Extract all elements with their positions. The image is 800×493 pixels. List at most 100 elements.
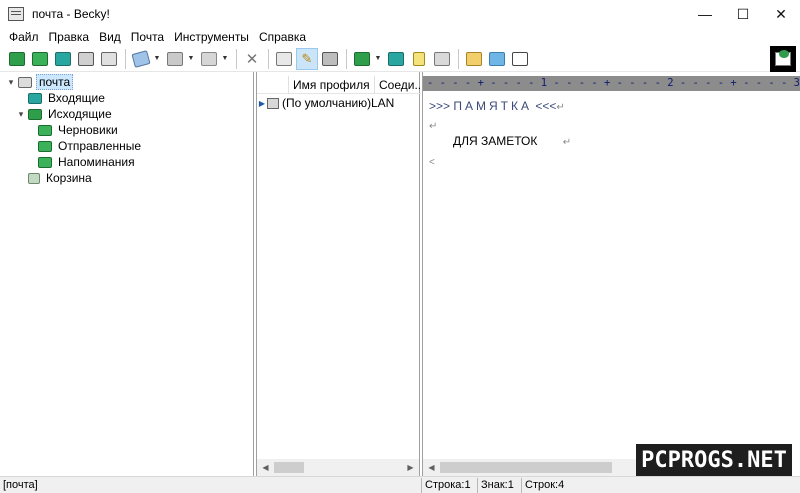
compose-icon[interactable] — [431, 48, 453, 70]
toolbar-separator — [268, 48, 269, 69]
profile-name: (По умолчанию) — [282, 96, 372, 110]
list-header: Имя профиля Соеди... — [257, 75, 421, 94]
connect-icon[interactable] — [351, 48, 373, 70]
menu-help[interactable]: Справка — [254, 30, 311, 44]
scroll-left-icon[interactable]: ◀ — [423, 459, 440, 476]
scroll-right-icon[interactable]: ▶ — [402, 459, 419, 476]
scroll-left-icon[interactable]: ◀ — [257, 459, 274, 476]
network-icon[interactable] — [385, 48, 407, 70]
title-suffix: <<< — [531, 99, 557, 113]
status-bar: [почта] Строка:1 Знак:1 Строк:4 — [0, 476, 800, 493]
chevron-down-icon[interactable]: ▾ — [6, 77, 16, 88]
note-title-line: >>> ПАМЯТКА <<<↵ — [429, 99, 565, 113]
menu-file[interactable]: Файл — [4, 30, 44, 44]
menu-edit[interactable]: Правка — [44, 30, 95, 44]
note-viewer[interactable]: - - - - + - - - - 1 - - - - + - - - - 2 … — [422, 72, 800, 476]
chevron-down-icon[interactable]: ▼ — [153, 55, 161, 62]
toolbar-separator — [346, 48, 347, 69]
properties-icon[interactable] — [319, 48, 341, 70]
folder-label: Входящие — [48, 91, 105, 105]
folder-label: Исходящие — [48, 107, 112, 121]
chevron-down-icon[interactable]: ▾ — [16, 109, 26, 120]
status-line: Строка:1 — [422, 477, 478, 493]
close-button[interactable]: ✕ — [762, 0, 800, 28]
open-folder-icon[interactable] — [486, 48, 508, 70]
newline-icon: ↵ — [429, 121, 438, 132]
chevron-down-icon[interactable]: ▼ — [187, 55, 195, 62]
folder-label: Корзина — [46, 171, 92, 185]
folder-item-trash[interactable]: Корзина — [16, 170, 94, 186]
becky-logo-icon — [770, 46, 796, 72]
scroll-thumb[interactable] — [274, 462, 304, 473]
watermark-logo: PCPROGS.NET — [636, 444, 792, 476]
toolbar: ▼ ▼ ▼ ✕ ✎ ▼ — [0, 46, 800, 72]
send-icon[interactable] — [52, 48, 74, 70]
note-title: ПАМЯТКА — [453, 99, 532, 113]
outbox-icon — [28, 108, 42, 120]
title-bar: почта - Becky! — ☐ ✕ — [0, 0, 800, 28]
menu-mail[interactable]: Почта — [126, 30, 169, 44]
profile-connection: LAN — [371, 96, 395, 110]
mailbox-icon — [18, 76, 32, 88]
menu-tools[interactable]: Инструменты — [169, 30, 254, 44]
scroll-thumb[interactable] — [440, 462, 612, 473]
title-prefix: >>> — [429, 99, 454, 113]
filter-icon[interactable] — [273, 48, 295, 70]
delete-icon[interactable]: ✕ — [241, 48, 263, 70]
folder-label: Отправленные — [58, 139, 142, 153]
drafts-icon — [38, 124, 52, 136]
text-ruler: - - - - + - - - - 1 - - - - + - - - - 2 … — [423, 76, 800, 91]
layout-icon[interactable] — [509, 48, 531, 70]
folder-label: Напоминания — [58, 155, 135, 169]
status-folder: [почта] — [0, 477, 422, 493]
column-header-marker[interactable] — [257, 75, 289, 94]
column-header-connection[interactable]: Соеди... — [375, 76, 421, 94]
empty-line: ↵ — [429, 118, 437, 132]
address-book-icon[interactable] — [98, 48, 120, 70]
list-item[interactable]: ▶ (По умолчанию) LAN — [257, 95, 421, 111]
toolbar-separator — [236, 48, 237, 69]
toolbar-separator — [458, 48, 459, 69]
minimize-button[interactable]: — — [686, 0, 724, 28]
chevron-down-icon[interactable]: ▼ — [221, 55, 229, 62]
note-body: ДЛЯ ЗАМЕТОК — [453, 134, 538, 148]
end-of-text-icon: < — [429, 157, 435, 168]
window-title: почта - Becky! — [32, 7, 110, 21]
inbox-icon — [28, 92, 42, 104]
folder-item-drafts[interactable]: Черновики — [26, 122, 120, 138]
notes-icon[interactable] — [408, 48, 430, 70]
status-lines: Строк:4 — [525, 479, 565, 491]
chevron-down-icon[interactable]: ▼ — [374, 55, 382, 62]
horizontal-scrollbar[interactable]: ◀ — [423, 459, 637, 476]
receive-all-icon[interactable] — [29, 48, 51, 70]
new-message-icon[interactable] — [130, 48, 152, 70]
folder-tree: ▾ почта Входящие ▾ Исходящие Черновики О… — [0, 72, 254, 476]
trash-icon — [28, 172, 40, 184]
send-receive-icon[interactable] — [75, 48, 97, 70]
column-header-profile-name[interactable]: Имя профиля — [289, 75, 375, 94]
folder-item-outbox[interactable]: ▾ Исходящие — [16, 106, 114, 122]
menu-view[interactable]: Вид — [94, 30, 126, 44]
horizontal-scrollbar[interactable]: ◀ ▶ — [257, 459, 419, 476]
folder-item-reminders[interactable]: Напоминания — [26, 154, 137, 170]
receive-mail-icon[interactable] — [6, 48, 28, 70]
reminders-icon — [38, 156, 52, 168]
note-body-line: ДЛЯ ЗАМЕТОК ↵ — [453, 134, 571, 148]
folder-item-sent[interactable]: Отправленные — [26, 138, 143, 154]
current-arrow-icon: ▶ — [258, 98, 266, 108]
end-line: < — [429, 154, 435, 168]
reply-icon[interactable] — [164, 48, 186, 70]
folder-item-inbox[interactable]: Входящие — [16, 90, 107, 106]
app-icon[interactable] — [8, 7, 24, 21]
maximize-button[interactable]: ☐ — [724, 0, 762, 28]
forward-icon[interactable] — [198, 48, 220, 70]
folder-item-mailbox[interactable]: ▾ почта — [6, 74, 74, 90]
toolbar-separator — [125, 48, 126, 69]
profile-icon — [267, 97, 279, 109]
edit-icon[interactable]: ✎ — [296, 47, 318, 70]
profile-list: Имя профиля Соеди... ▶ (По умолчанию) LA… — [256, 72, 421, 476]
sent-icon — [38, 140, 52, 152]
newline-icon: ↵ — [562, 137, 572, 148]
folder-label: почта — [36, 74, 74, 90]
folder-icon[interactable] — [463, 48, 485, 70]
